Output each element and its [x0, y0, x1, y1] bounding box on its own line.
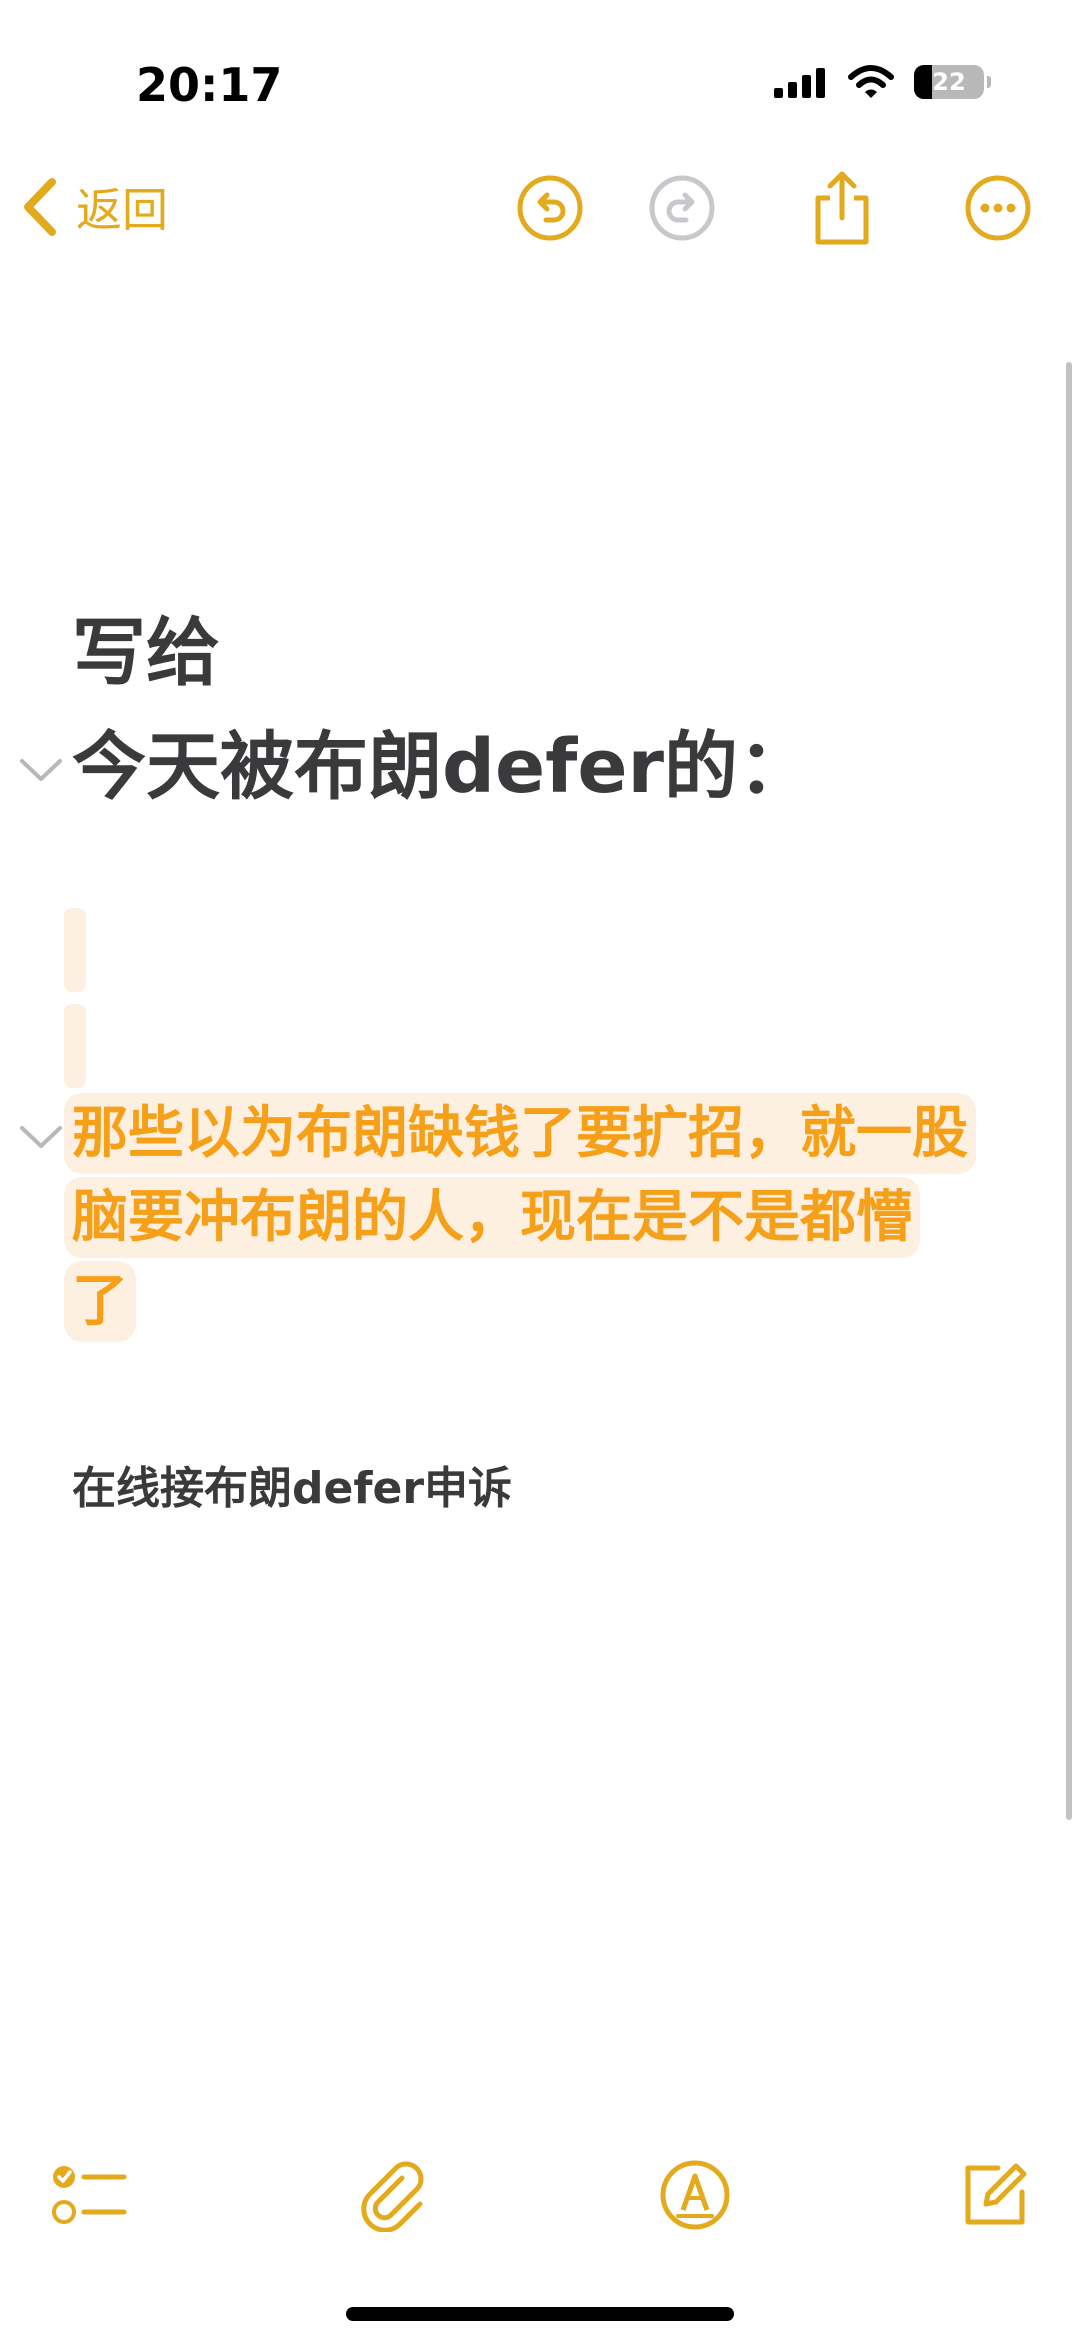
undo-icon [517, 175, 583, 241]
markup-button[interactable] [656, 2156, 734, 2234]
compose-icon [965, 2163, 1027, 2225]
scrollbar[interactable] [1066, 362, 1072, 1820]
markup-icon [660, 2160, 730, 2230]
wifi-icon [848, 65, 894, 98]
highlighted-paragraph[interactable]: 那些以为布朗缺钱了要扩招，就一股脑要冲布朗的人，现在是不是都懵了 [64, 1092, 976, 1344]
heading-line-2: 今天被布朗defer的： [72, 724, 813, 810]
checklist-icon [52, 2166, 127, 2224]
highlighted-paragraph-text: 那些以为布朗缺钱了要扩招，就一股脑要冲布朗的人，现在是不是都懵了 [64, 1093, 976, 1342]
more-icon [965, 175, 1031, 241]
back-label: 返回 [76, 183, 168, 237]
back-button[interactable]: 返回 [20, 172, 168, 242]
back-chevron-icon [24, 178, 56, 236]
undo-button[interactable] [514, 172, 586, 244]
status-icons: 22 [774, 62, 991, 102]
collapse-paragraph-chevron-icon[interactable] [18, 1122, 64, 1152]
attachment-icon [361, 2161, 424, 2232]
more-button[interactable] [962, 172, 1034, 244]
redo-icon [649, 175, 715, 241]
collapse-heading-chevron-icon[interactable] [18, 755, 64, 785]
status-time: 20:17 [136, 58, 283, 112]
attachment-button[interactable] [356, 2156, 434, 2234]
note-body-line: 在线接布朗defer申诉 [72, 1463, 513, 1514]
battery-icon: 22 [914, 65, 991, 99]
signal-icon [774, 68, 825, 98]
empty-highlight-line [64, 1004, 86, 1088]
checklist-button[interactable] [50, 2156, 128, 2234]
battery-level: 22 [932, 68, 966, 96]
share-button[interactable] [806, 171, 878, 245]
heading-line-1: 写给 [72, 610, 220, 696]
compose-button[interactable] [956, 2156, 1034, 2234]
redo-button[interactable] [646, 172, 718, 244]
empty-highlight-line [64, 908, 86, 992]
home-indicator[interactable] [346, 2307, 734, 2321]
share-icon [815, 171, 869, 245]
